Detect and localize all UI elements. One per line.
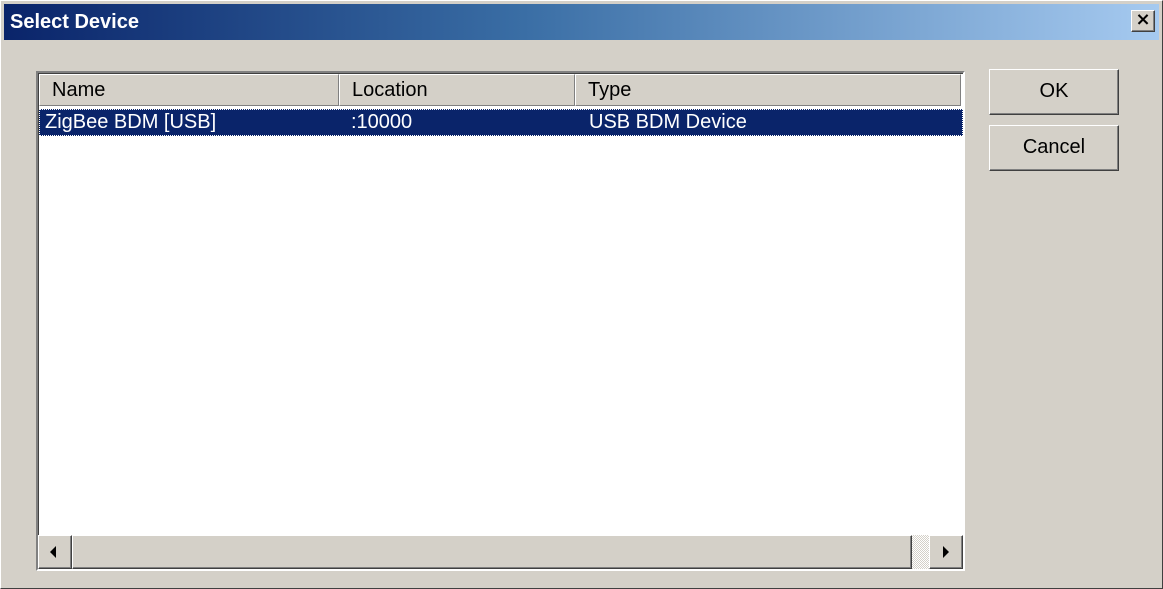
cancel-button[interactable]: Cancel — [989, 125, 1119, 171]
device-type-cell: USB BDM Device — [589, 111, 747, 133]
scroll-left-button[interactable] — [38, 535, 72, 569]
close-icon: × — [1135, 9, 1151, 30]
title-bar[interactable]: Select Device × — [4, 4, 1159, 40]
ok-button[interactable]: OK — [989, 69, 1119, 115]
device-name-cell: ZigBee BDM [USB] — [45, 111, 217, 133]
close-button[interactable]: × — [1131, 10, 1155, 32]
scroll-right-button[interactable] — [929, 535, 963, 569]
scroll-left-arrow-icon — [50, 546, 56, 558]
column-header-name[interactable]: Name — [39, 74, 339, 106]
device-row-selected[interactable]: ZigBee BDM [USB] :10000 USB BDM Device — [39, 109, 963, 136]
column-header-location[interactable]: Location — [339, 74, 575, 106]
device-list[interactable]: Name Location Type ZigBee BDM [USB] :100… — [36, 71, 965, 571]
window-title: Select Device — [10, 11, 139, 33]
device-location-cell: :10000 — [351, 111, 413, 133]
column-header-type[interactable]: Type — [575, 74, 961, 106]
scroll-right-arrow-icon — [943, 546, 949, 558]
scrollbar-thumb[interactable] — [72, 535, 912, 569]
horizontal-scrollbar[interactable] — [38, 535, 963, 569]
select-device-dialog: Select Device × Name Location Type ZigBe… — [0, 0, 1163, 589]
